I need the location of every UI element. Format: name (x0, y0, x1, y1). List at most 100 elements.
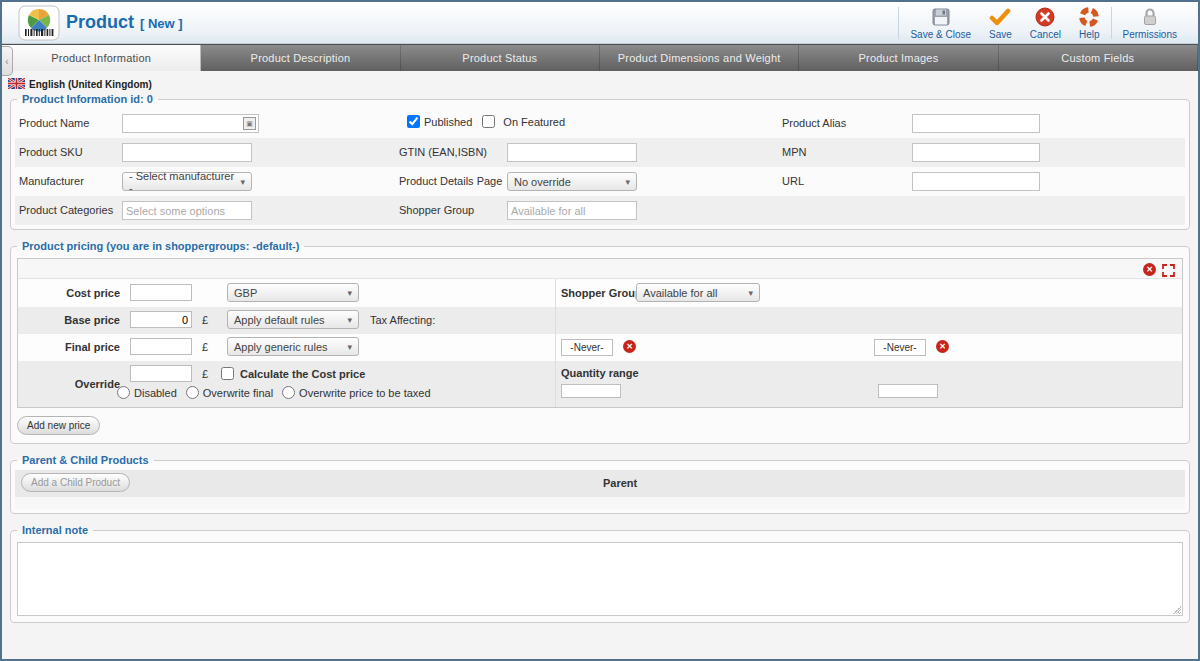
help-button[interactable]: Help (1070, 3, 1109, 43)
language-row: English (United Kingdom) (8, 77, 1198, 91)
price-box: ✕ Cost price GBP (17, 258, 1183, 408)
base-currency-symbol: £ (202, 314, 208, 326)
on-featured-checkbox[interactable] (482, 115, 495, 128)
language-label: English (United Kingdom) (29, 79, 152, 90)
final-currency-symbol: £ (202, 341, 208, 353)
quantity-max-input[interactable] (878, 384, 938, 398)
tab-bar: Product Information Product Description … (2, 44, 1198, 71)
final-rule-select[interactable]: Apply generic rules (227, 337, 359, 356)
details-page-select[interactable]: No override (507, 172, 637, 191)
final-price-label: Final price (18, 341, 120, 353)
save-and-close-button[interactable]: Save & Close (901, 3, 980, 43)
tab-product-images[interactable]: Product Images (799, 45, 998, 71)
parent-child-empty-row (15, 497, 1185, 509)
product-alias-input[interactable] (912, 114, 1040, 133)
virtuemart-logo-icon (18, 5, 60, 45)
price-shopper-group-label: Shopper Group (561, 287, 642, 299)
override-currency-symbol: £ (202, 368, 208, 380)
save-button[interactable]: Save (980, 3, 1021, 43)
save-close-label: Save & Close (910, 29, 971, 40)
add-child-product-button[interactable]: Add a Child Product (21, 473, 130, 492)
manufacturer-select[interactable]: - Select manufacturer - (122, 172, 252, 191)
mpn-input[interactable] (912, 143, 1040, 162)
on-featured-label: On Featured (503, 116, 565, 128)
info-row: Product Name ▣ Published On Featured Pro… (15, 109, 1185, 138)
date-start-input[interactable] (561, 339, 613, 356)
save-check-icon (989, 6, 1011, 28)
sidebar-collapse-handle[interactable]: ‹ (2, 46, 13, 76)
publish-controls: Published On Featured (407, 115, 565, 128)
product-pricing-legend: Product pricing (you are in shoppergroup… (17, 240, 304, 252)
final-price-input[interactable] (130, 338, 192, 355)
cost-currency-select[interactable]: GBP (227, 283, 359, 302)
published-checkbox[interactable] (407, 115, 420, 128)
date-start-clear-icon[interactable]: ✕ (623, 340, 636, 353)
parent-child-row: Add a Child Product Parent (15, 470, 1185, 497)
product-name-input[interactable] (122, 114, 259, 133)
categories-label: Product Categories (19, 204, 113, 216)
date-end-clear-icon[interactable]: ✕ (936, 340, 949, 353)
info-row: Product SKU GTIN (EAN,ISBN) MPN (15, 138, 1185, 167)
internal-note-textarea[interactable] (17, 542, 1183, 616)
url-input[interactable] (912, 172, 1040, 191)
parent-child-legend: Parent & Child Products (17, 454, 154, 466)
override-taxed-radio[interactable] (282, 386, 295, 399)
product-information-legend: Product Information id: 0 (17, 93, 158, 105)
resize-grip-icon[interactable] (1171, 604, 1181, 614)
shopper-group-label: Shopper Group (399, 204, 474, 216)
permissions-label: Permissions (1123, 29, 1177, 40)
internal-note-fieldset: Internal note (10, 524, 1190, 623)
product-information-fieldset: Product Information id: 0 Product Name ▣… (10, 93, 1190, 230)
tab-product-dimensions[interactable]: Product Dimensions and Weight (600, 45, 799, 71)
internal-note-legend: Internal note (17, 524, 93, 536)
product-name-wrap: ▣ (122, 114, 259, 133)
override-label: Override (18, 378, 120, 390)
calc-cost-label: Calculate the Cost price (240, 368, 365, 380)
cost-price-input[interactable] (130, 284, 192, 301)
tab-custom-fields[interactable]: Custom Fields (999, 45, 1198, 71)
price-head: ✕ (18, 259, 1182, 279)
quantity-min-input[interactable] (561, 384, 621, 398)
cancel-label: Cancel (1030, 29, 1061, 40)
categories-input[interactable] (122, 201, 252, 220)
manufacturer-select-value: - Select manufacturer - (129, 170, 234, 194)
tab-product-status[interactable]: Product Status (401, 45, 600, 71)
override-final-radio[interactable] (186, 386, 199, 399)
parent-child-fieldset: Parent & Child Products Add a Child Prod… (10, 454, 1190, 514)
shopper-group-input[interactable] (507, 201, 637, 220)
parent-column-label: Parent (603, 477, 637, 489)
price-row-final: Final price £ Apply generic rules ✕ ✕ (18, 334, 1182, 361)
product-pricing-fieldset: Product pricing (you are in shoppergroup… (10, 240, 1190, 444)
details-page-label: Product Details Page (399, 175, 502, 187)
product-sku-input[interactable] (122, 143, 252, 162)
virtuemart-product-page: Product[ New ] Save & Close (0, 0, 1200, 661)
content: English (United Kingdom) Product Informa… (2, 71, 1198, 659)
toolbar: Save & Close Save Cancel (896, 3, 1186, 43)
override-input[interactable] (130, 365, 192, 382)
final-rule-value: Apply generic rules (234, 341, 328, 353)
cancel-button[interactable]: Cancel (1021, 3, 1070, 43)
gtin-input[interactable] (507, 143, 637, 162)
add-new-price-button[interactable]: Add new price (17, 416, 100, 435)
price-shopper-group-select[interactable]: Available for all (636, 283, 760, 302)
help-label: Help (1079, 29, 1100, 40)
url-label: URL (782, 175, 804, 187)
tab-product-information[interactable]: Product Information (2, 45, 201, 71)
price-row-base: Base price £ Apply default rules Tax Aff… (18, 307, 1182, 334)
override-options: Disabled Overwrite final Overwrite price… (117, 386, 431, 399)
tax-affecting-label: Tax Affecting: (370, 314, 435, 326)
date-end-input[interactable] (874, 339, 926, 356)
translate-modal-icon[interactable]: ▣ (243, 117, 256, 130)
product-alias-label: Product Alias (782, 117, 846, 129)
calc-cost-checkbox[interactable] (221, 367, 234, 380)
delete-price-icon[interactable]: ✕ (1143, 263, 1156, 276)
permissions-button[interactable]: Permissions (1114, 3, 1186, 43)
tab-product-description[interactable]: Product Description (201, 45, 400, 71)
chevron-left-icon: ‹ (5, 56, 8, 67)
lock-icon (1141, 6, 1159, 28)
override-taxed-label: Overwrite price to be taxed (299, 387, 430, 399)
override-disabled-radio[interactable] (117, 386, 130, 399)
base-price-input[interactable] (130, 311, 192, 328)
internal-note-area (17, 542, 1183, 616)
base-rule-select[interactable]: Apply default rules (227, 310, 359, 329)
